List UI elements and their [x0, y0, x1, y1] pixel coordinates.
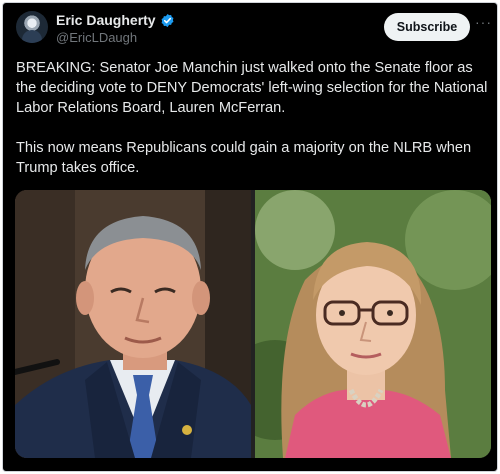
media-photo-right[interactable] — [255, 190, 491, 458]
tweet-text: BREAKING: Senator Joe Manchin just walke… — [16, 58, 490, 178]
woman-portrait-illustration — [255, 190, 491, 458]
tweet-paragraph: BREAKING: Senator Joe Manchin just walke… — [16, 60, 488, 116]
screenshot-frame: Eric Daugherty @EricLDaugh Subscribe ···… — [0, 0, 500, 474]
tweet-media[interactable] — [15, 190, 491, 458]
media-photo-left[interactable] — [15, 190, 251, 458]
tweet-card: Eric Daugherty @EricLDaugh Subscribe ···… — [2, 2, 498, 472]
man-portrait-illustration — [15, 190, 251, 458]
avatar-silhouette — [22, 30, 42, 43]
author-name-row: Eric Daugherty — [56, 12, 175, 28]
subscribe-button[interactable]: Subscribe — [384, 13, 470, 41]
tweet-paragraph: This now means Republicans could gain a … — [16, 140, 472, 176]
author-handle[interactable]: @EricLDaugh — [56, 30, 137, 45]
author-display-name[interactable]: Eric Daugherty — [56, 12, 156, 28]
more-options-icon[interactable]: ··· — [475, 14, 492, 30]
verified-badge-icon — [161, 13, 174, 27]
author-avatar[interactable] — [16, 11, 48, 43]
